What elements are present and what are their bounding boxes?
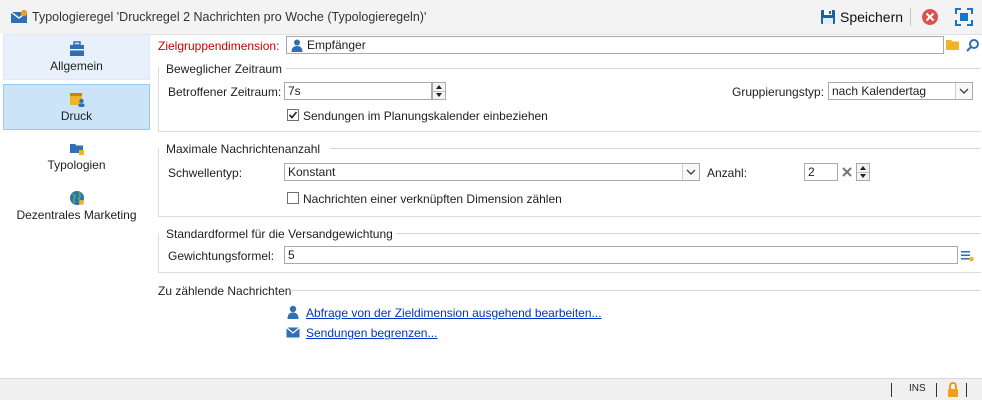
target-dimension-label: Zielgruppendimension: <box>158 39 280 53</box>
lock-icon[interactable] <box>947 382 959 397</box>
globe-icon <box>69 191 84 205</box>
user-icon <box>287 305 299 319</box>
insert-mode-indicator: INS <box>909 383 926 394</box>
folder-open-icon[interactable] <box>946 39 960 51</box>
linked-dimension-checkbox[interactable] <box>287 192 299 204</box>
count-label: Anzahl: <box>707 166 748 180</box>
chevron-down-icon <box>955 83 972 99</box>
counting-section-title: Zu zählende Nachrichten <box>158 284 296 298</box>
include-planning-label: Sendungen im Planungskalender einbeziehe… <box>303 109 548 123</box>
user-icon <box>291 39 303 52</box>
grouping-type-select[interactable]: nach Kalendertag <box>828 82 973 100</box>
sidebar-item-label: Dezentrales Marketing <box>16 208 137 222</box>
sidebar: Allgemein Druck Typologien Dezentrales M… <box>0 34 150 378</box>
threshold-type-value: Konstant <box>288 165 336 179</box>
section-divider <box>290 290 980 291</box>
affected-period-stepper[interactable] <box>432 82 446 100</box>
checkmark-icon <box>288 111 298 119</box>
folder-icon <box>69 144 84 155</box>
toolbar-divider <box>910 8 911 26</box>
grouping-type-value: nach Kalendertag <box>832 84 927 98</box>
section-divider <box>396 233 980 234</box>
envelope-rule-icon <box>10 9 28 23</box>
linked-dimension-label: Nachrichten einer verknüpften Dimension … <box>303 192 562 206</box>
count-stepper[interactable] <box>856 163 870 181</box>
formula-section-title: Standardformel für die Versandgewichtung <box>166 227 397 241</box>
sidebar-item-allgemein[interactable]: Allgemein <box>3 34 150 80</box>
close-icon[interactable] <box>921 8 939 26</box>
weight-formula-input[interactable]: 5 <box>284 246 958 264</box>
search-icon[interactable] <box>966 38 980 52</box>
calendar-user-icon <box>69 93 84 107</box>
sidebar-item-label: Druck <box>60 109 93 123</box>
floppy-disk-icon <box>821 10 835 24</box>
window-title: Typologieregel 'Druckregel 2 Nachrichten… <box>32 10 427 24</box>
status-bar: INS <box>0 378 982 400</box>
maxmsg-section-title: Maximale Nachrichtenanzahl <box>166 142 325 156</box>
save-button[interactable]: Speichern <box>820 6 903 28</box>
target-dimension-value: Empfänger <box>307 38 366 52</box>
sidebar-item-label: Allgemein <box>50 59 103 73</box>
sidebar-item-dezentrales-marketing[interactable]: Dezentrales Marketing <box>3 184 150 230</box>
sidebar-item-label: Typologien <box>47 158 106 172</box>
weight-formula-label: Gewichtungsformel: <box>168 249 275 263</box>
main-panel: Zielgruppendimension: Empfänger Beweglic… <box>150 34 982 378</box>
limit-deliveries-link[interactable]: Sendungen begrenzen... <box>306 326 437 340</box>
chevron-down-icon[interactable] <box>433 91 445 99</box>
count-value: 2 <box>808 165 815 179</box>
status-divider <box>936 383 937 397</box>
status-divider <box>891 383 892 397</box>
sidebar-item-typologien[interactable]: Typologien <box>3 134 150 180</box>
section-divider <box>330 148 980 149</box>
period-section-title: Beweglicher Zeitraum <box>166 62 287 76</box>
threshold-type-label: Schwellentyp: <box>168 166 243 180</box>
grouping-type-label: Gruppierungstyp: <box>732 85 825 99</box>
edit-query-link[interactable]: Abfrage von der Zieldimension ausgehend … <box>306 306 602 320</box>
chevron-down-icon[interactable] <box>857 172 869 180</box>
sidebar-item-druck[interactable]: Druck <box>3 84 150 130</box>
affected-period-label: Betroffener Zeitraum: <box>168 85 282 99</box>
fit-screen-icon[interactable] <box>955 8 973 26</box>
affected-period-value: 7s <box>288 84 301 98</box>
clear-icon[interactable] <box>841 166 853 178</box>
envelope-icon <box>286 327 300 338</box>
maxmsg-section-frame <box>158 148 981 217</box>
affected-period-input[interactable]: 7s <box>284 82 432 100</box>
status-divider <box>966 383 967 397</box>
chevron-down-icon <box>682 164 699 180</box>
threshold-type-select[interactable]: Konstant <box>284 163 700 181</box>
weight-formula-value: 5 <box>288 248 295 262</box>
include-planning-checkbox[interactable] <box>287 109 299 121</box>
target-dimension-field[interactable]: Empfänger <box>286 36 944 54</box>
briefcase-icon <box>69 41 84 56</box>
section-divider <box>286 68 980 69</box>
expression-editor-icon[interactable] <box>960 248 974 262</box>
title-bar: Typologieregel 'Druckregel 2 Nachrichten… <box>0 0 982 35</box>
count-input[interactable]: 2 <box>804 163 838 181</box>
save-label: Speichern <box>840 9 904 25</box>
